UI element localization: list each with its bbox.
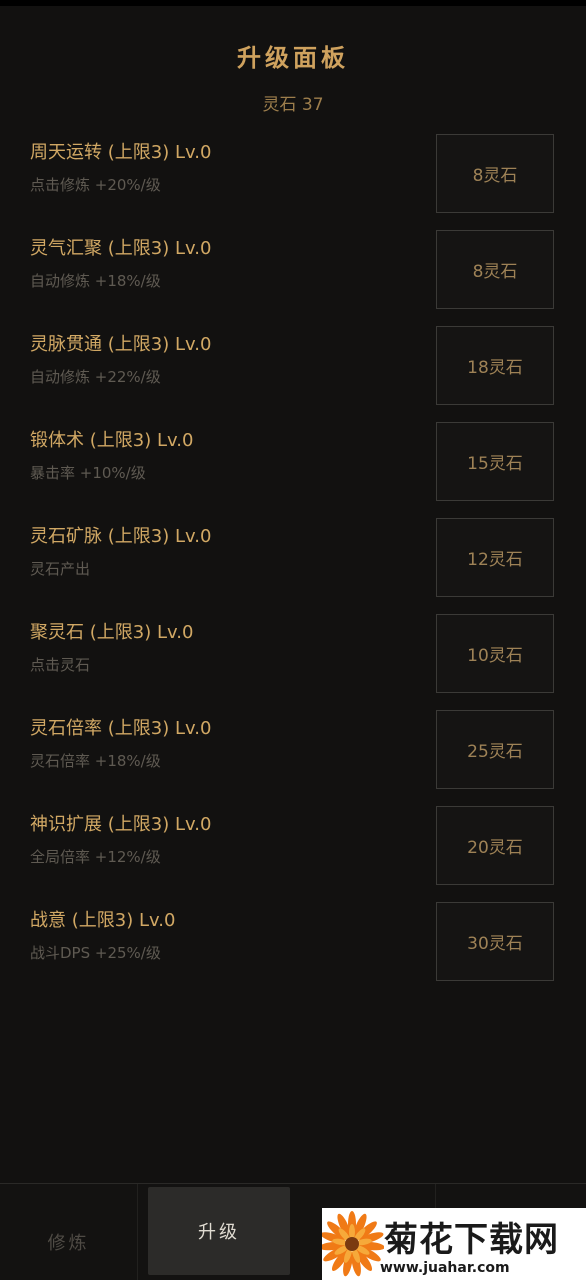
watermark-url: www.juahar.com: [380, 1260, 510, 1276]
upgrade-name: 聚灵石 (上限3) Lv.0: [30, 622, 194, 643]
page-title: 升级面板: [237, 44, 349, 72]
upgrade-description: 全局倍率 +12%/级: [30, 848, 161, 866]
stone-balance: 灵石 37: [262, 95, 324, 115]
upgrade-name: 周天运转 (上限3) Lv.0: [30, 142, 212, 163]
upgrade-name: 神识扩展 (上限3) Lv.0: [30, 814, 212, 835]
buy-upgrade-button[interactable]: 20灵石: [436, 806, 554, 885]
buy-upgrade-button[interactable]: 12灵石: [436, 518, 554, 597]
flower-logo-icon: [322, 1211, 384, 1277]
upgrade-row: 灵石矿脉 (上限3) Lv.0 灵石产出 12灵石: [0, 514, 586, 610]
upgrade-name: 战意 (上限3) Lv.0: [30, 910, 176, 931]
upgrade-description: 点击灵石: [30, 656, 91, 674]
buy-upgrade-button[interactable]: 8灵石: [436, 230, 554, 309]
upgrade-name: 灵石倍率 (上限3) Lv.0: [30, 718, 212, 739]
tab-cultivate[interactable]: 修炼: [0, 1184, 138, 1280]
buy-upgrade-button[interactable]: 10灵石: [436, 614, 554, 693]
top-edge: [0, 0, 586, 6]
buy-upgrade-button[interactable]: 18灵石: [436, 326, 554, 405]
buy-upgrade-button[interactable]: 8灵石: [436, 134, 554, 213]
upgrade-row: 战意 (上限3) Lv.0 战斗DPS +25%/级 30灵石: [0, 898, 586, 994]
upgrade-name: 灵脉贯通 (上限3) Lv.0: [30, 334, 212, 355]
upgrade-name: 灵石矿脉 (上限3) Lv.0: [30, 526, 212, 547]
upgrade-description: 暴击率 +10%/级: [30, 464, 146, 482]
watermark-title: 菊花下载网: [384, 1220, 559, 1260]
upgrade-description: 灵石产出: [30, 560, 91, 578]
upgrade-description: 自动修炼 +18%/级: [30, 272, 161, 290]
upgrade-list: 周天运转 (上限3) Lv.0 点击修炼 +20%/级 8灵石 灵气汇聚 (上限…: [0, 130, 586, 994]
upgrade-row: 锻体术 (上限3) Lv.0 暴击率 +10%/级 15灵石: [0, 418, 586, 514]
tab-upgrade[interactable]: 升级: [148, 1187, 290, 1275]
upgrade-name: 灵气汇聚 (上限3) Lv.0: [30, 238, 212, 259]
upgrade-row: 灵脉贯通 (上限3) Lv.0 自动修炼 +22%/级 18灵石: [0, 322, 586, 418]
upgrade-description: 战斗DPS +25%/级: [30, 944, 161, 962]
buy-upgrade-button[interactable]: 25灵石: [436, 710, 554, 789]
upgrade-row: 神识扩展 (上限3) Lv.0 全局倍率 +12%/级 20灵石: [0, 802, 586, 898]
upgrade-row: 聚灵石 (上限3) Lv.0 点击灵石 10灵石: [0, 610, 586, 706]
upgrade-name: 锻体术 (上限3) Lv.0: [30, 430, 194, 451]
upgrade-row: 灵石倍率 (上限3) Lv.0 灵石倍率 +18%/级 25灵石: [0, 706, 586, 802]
upgrade-row: 灵气汇聚 (上限3) Lv.0 自动修炼 +18%/级 8灵石: [0, 226, 586, 322]
buy-upgrade-button[interactable]: 15灵石: [436, 422, 554, 501]
upgrade-description: 灵石倍率 +18%/级: [30, 752, 161, 770]
upgrade-description: 自动修炼 +22%/级: [30, 368, 161, 386]
upgrade-row: 周天运转 (上限3) Lv.0 点击修炼 +20%/级 8灵石: [0, 130, 586, 226]
watermark-overlay: 菊花下载网 www.juahar.com: [322, 1208, 586, 1280]
upgrade-description: 点击修炼 +20%/级: [30, 176, 161, 194]
buy-upgrade-button[interactable]: 30灵石: [436, 902, 554, 981]
